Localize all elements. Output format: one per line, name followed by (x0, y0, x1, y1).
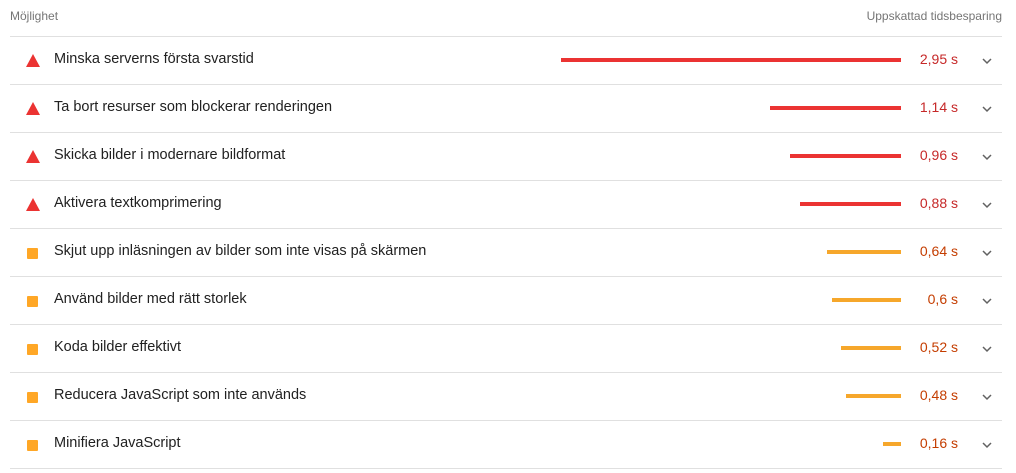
opportunity-title: Aktivera textkomprimering (54, 195, 222, 211)
opportunity-title: Koda bilder effektivt (54, 339, 182, 355)
savings-bar (883, 442, 901, 446)
chevron-down-icon[interactable] (980, 198, 994, 212)
savings-bar (800, 202, 901, 206)
opportunity-row[interactable]: Minska serverns första svarstid 2,95 s (10, 37, 1002, 85)
opportunities-header: Möjlighet Uppskattad tidsbesparing (10, 0, 1002, 37)
savings-value: 0,6 s (927, 291, 958, 307)
savings-value: 1,14 s (919, 99, 958, 115)
chevron-down-icon[interactable] (980, 54, 994, 68)
square-average-icon (26, 390, 40, 404)
savings-value: 0,96 s (919, 147, 958, 163)
savings-bar (846, 394, 901, 398)
opportunity-row[interactable]: Minifiera JavaScript 0,16 s (10, 421, 1002, 469)
opportunity-row[interactable]: Skjut upp inläsningen av bilder som inte… (10, 229, 1002, 277)
chevron-down-icon[interactable] (980, 294, 994, 308)
opportunity-row[interactable]: Reducera JavaScript som inte används 0,48… (10, 373, 1002, 421)
savings-bar (561, 58, 901, 62)
opportunity-title: Skjut upp inläsningen av bilder som inte… (54, 243, 427, 259)
opportunity-title: Använd bilder med rätt storlek (54, 291, 247, 307)
opportunity-row[interactable]: Skicka bilder i modernare bildformat 0,96… (10, 133, 1002, 181)
chevron-down-icon[interactable] (980, 342, 994, 356)
savings-value: 2,95 s (919, 51, 958, 67)
savings-value: 0,88 s (919, 195, 958, 211)
opportunity-title: Skicka bilder i modernare bildformat (54, 147, 286, 163)
savings-bar (770, 106, 901, 110)
triangle-warning-icon (26, 54, 40, 68)
triangle-warning-icon (26, 150, 40, 164)
savings-bar (841, 346, 901, 350)
square-average-icon (26, 342, 40, 356)
opportunities-list: Minska serverns första svarstid 2,95 s Ta … (10, 37, 1002, 469)
chevron-down-icon[interactable] (980, 150, 994, 164)
savings-value: 0,64 s (919, 243, 958, 259)
triangle-warning-icon (26, 102, 40, 116)
savings-value: 0,48 s (919, 387, 958, 403)
chevron-down-icon[interactable] (980, 246, 994, 260)
square-average-icon (26, 294, 40, 308)
chevron-down-icon[interactable] (980, 390, 994, 404)
savings-bar (790, 154, 901, 158)
opportunity-row[interactable]: Koda bilder effektivt 0,52 s (10, 325, 1002, 373)
savings-bar (832, 298, 901, 302)
chevron-down-icon[interactable] (980, 438, 994, 452)
column-label-estimated-savings: Uppskattad tidsbesparing (866, 9, 1002, 23)
opportunity-title: Minifiera JavaScript (54, 435, 181, 451)
chevron-down-icon[interactable] (980, 102, 994, 116)
opportunity-row[interactable]: Använd bilder med rätt storlek 0,6 s (10, 277, 1002, 325)
opportunity-title: Reducera JavaScript som inte används (54, 387, 307, 403)
triangle-warning-icon (26, 198, 40, 212)
opportunity-title: Minska serverns första svarstid (54, 51, 254, 67)
savings-value: 0,52 s (919, 339, 958, 355)
square-average-icon (26, 438, 40, 452)
savings-value: 0,16 s (919, 435, 958, 451)
opportunity-title: Ta bort resurser som blockerar rendering… (54, 99, 333, 115)
square-average-icon (26, 246, 40, 260)
opportunity-row[interactable]: Ta bort resurser som blockerar rendering… (10, 85, 1002, 133)
opportunity-row[interactable]: Aktivera textkomprimering 0,88 s (10, 181, 1002, 229)
column-label-opportunity: Möjlighet (10, 9, 59, 23)
savings-bar (827, 250, 901, 254)
